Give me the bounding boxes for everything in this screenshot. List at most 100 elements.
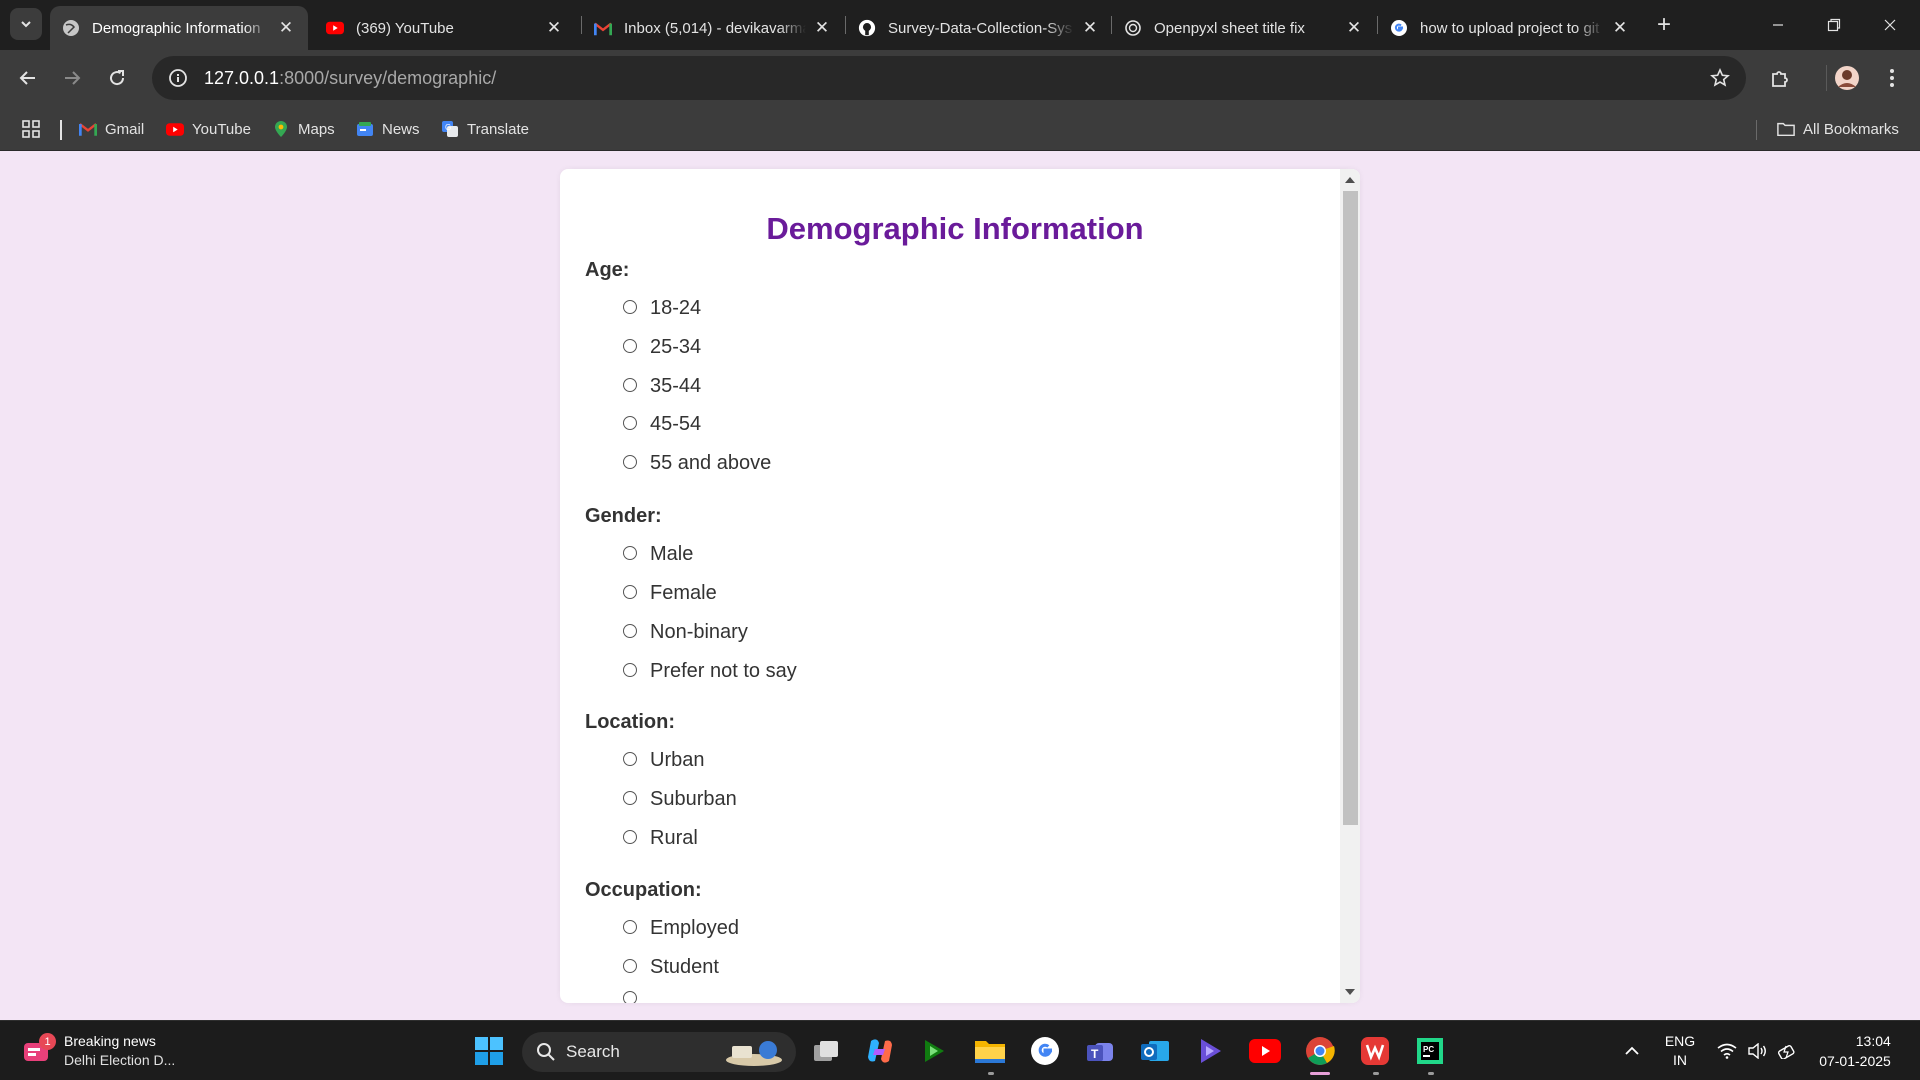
- show-hidden-icons-button[interactable]: [1620, 1021, 1644, 1080]
- copilot-icon[interactable]: [864, 1035, 896, 1067]
- teams-icon[interactable]: T: [1084, 1035, 1116, 1067]
- radio-button[interactable]: [623, 958, 637, 973]
- tab-demographic-information[interactable]: Demographic Information ✕: [50, 6, 308, 50]
- running-indicator: [1428, 1072, 1434, 1075]
- radio-button[interactable]: [623, 790, 637, 805]
- radio-button[interactable]: [623, 623, 637, 638]
- option-age-35-44[interactable]: 35-44: [623, 375, 701, 398]
- option-occupation-employed[interactable]: Employed: [623, 917, 739, 940]
- outlook-icon[interactable]: [1139, 1035, 1171, 1067]
- option-age-55-and-above[interactable]: 55 and above: [623, 452, 771, 475]
- pycharm-icon[interactable]: PC: [1414, 1035, 1446, 1067]
- radio-button[interactable]: [623, 751, 637, 766]
- tab-title: Inbox (5,014) - devikavarma: [624, 19, 806, 37]
- option-label: Prefer not to say: [650, 660, 797, 682]
- close-icon[interactable]: ✕: [1344, 18, 1364, 38]
- option-location-suburban[interactable]: Suburban: [623, 788, 737, 811]
- running-indicator: [988, 1072, 994, 1075]
- bookmark-label: Maps: [298, 120, 335, 138]
- address-bar[interactable]: 127.0.0.1:8000/survey/demographic/: [152, 56, 1746, 100]
- start-button[interactable]: [473, 1035, 505, 1067]
- wps-office-icon[interactable]: [1359, 1035, 1391, 1067]
- close-window-button[interactable]: [1862, 0, 1918, 50]
- bookmark-youtube[interactable]: YouTube: [166, 117, 251, 141]
- chrome-icon[interactable]: [1304, 1035, 1336, 1067]
- option-occupation-cut-off[interactable]: [623, 991, 650, 1003]
- option-gender-male[interactable]: Male: [623, 543, 693, 566]
- youtube-icon[interactable]: [1249, 1035, 1281, 1067]
- bookmark-gmail[interactable]: Gmail: [79, 117, 144, 141]
- profile-avatar[interactable]: [1831, 62, 1863, 94]
- option-gender-prefer-not-to-say[interactable]: Prefer not to say: [623, 660, 797, 683]
- bookmark-translate[interactable]: G Translate: [441, 117, 529, 141]
- input-language-indicator[interactable]: ENG IN: [1660, 1021, 1700, 1080]
- clock-date: 07-01-2025: [1819, 1053, 1891, 1069]
- option-occupation-student[interactable]: Student: [623, 956, 719, 979]
- clock[interactable]: 13:04 07-01-2025: [1812, 1021, 1898, 1080]
- power-automate-icon[interactable]: [1194, 1035, 1226, 1067]
- radio-button[interactable]: [623, 662, 637, 677]
- tab-github[interactable]: Survey-Data-Collection-Sys ✕: [846, 6, 1112, 50]
- survey-form-card: Demographic Information Age: 18-24 25-34…: [560, 169, 1360, 1003]
- option-location-rural[interactable]: Rural: [623, 827, 698, 850]
- reload-icon: [110, 70, 125, 86]
- tab-title: how to upload project to git: [1420, 19, 1600, 37]
- scrollbar-thumb[interactable]: [1343, 191, 1358, 825]
- bookmark-news[interactable]: News: [356, 117, 420, 141]
- option-gender-female[interactable]: Female: [623, 582, 717, 605]
- forward-button[interactable]: [56, 62, 88, 94]
- radio-button[interactable]: [623, 299, 637, 314]
- option-age-45-54[interactable]: 45-54: [623, 413, 701, 436]
- bookmark-star-icon[interactable]: [1708, 66, 1732, 90]
- radio-button[interactable]: [623, 545, 637, 560]
- google-icon[interactable]: [1029, 1035, 1061, 1067]
- taskbar-search-box[interactable]: Search: [522, 1032, 796, 1072]
- radio-button[interactable]: [623, 415, 637, 430]
- radio-button[interactable]: [623, 919, 637, 934]
- option-label: Urban: [650, 749, 705, 771]
- radio-button[interactable]: [623, 584, 637, 599]
- news-widget[interactable]: 1 Breaking news Delhi Election D...: [22, 1029, 202, 1073]
- site-info-icon[interactable]: [166, 66, 190, 90]
- option-location-urban[interactable]: Urban: [623, 749, 704, 772]
- menu-button[interactable]: [1876, 62, 1908, 94]
- radio-button[interactable]: [623, 454, 637, 469]
- close-icon[interactable]: ✕: [1080, 18, 1100, 38]
- close-icon[interactable]: ✕: [276, 18, 296, 38]
- tab-youtube[interactable]: (369) YouTube ✕: [314, 6, 576, 50]
- option-label: Suburban: [650, 788, 737, 810]
- task-view-icon[interactable]: [810, 1035, 842, 1067]
- wifi-icon[interactable]: [1714, 1021, 1740, 1080]
- bookmark-label: News: [382, 120, 420, 138]
- close-icon[interactable]: ✕: [544, 18, 564, 38]
- tab-gmail[interactable]: Inbox (5,014) - devikavarma ✕: [582, 6, 844, 50]
- tab-google-search[interactable]: how to upload project to git ✕: [1378, 6, 1642, 50]
- translate-icon: G: [441, 120, 459, 138]
- radio-button[interactable]: [623, 377, 637, 392]
- scroll-down-arrow-icon[interactable]: [1340, 983, 1360, 1001]
- radio-button[interactable]: [623, 991, 637, 1003]
- close-icon[interactable]: ✕: [812, 18, 832, 38]
- all-bookmarks-button[interactable]: All Bookmarks: [1777, 117, 1899, 141]
- scroll-up-arrow-icon[interactable]: [1340, 171, 1360, 189]
- tab-search-button[interactable]: [10, 8, 42, 40]
- volume-icon[interactable]: [1744, 1021, 1770, 1080]
- reload-button[interactable]: [101, 62, 133, 94]
- restore-button[interactable]: [1806, 0, 1862, 50]
- radio-button[interactable]: [623, 829, 637, 844]
- new-tab-button[interactable]: +: [1650, 11, 1678, 39]
- close-icon[interactable]: ✕: [1610, 18, 1630, 38]
- bookmark-maps[interactable]: Maps: [272, 117, 335, 141]
- game-pass-icon[interactable]: [918, 1035, 950, 1067]
- option-age-18-24[interactable]: 18-24: [623, 297, 701, 320]
- file-explorer-icon[interactable]: [974, 1035, 1006, 1067]
- back-button[interactable]: [12, 62, 44, 94]
- battery-icon[interactable]: [1774, 1021, 1800, 1080]
- option-gender-non-binary[interactable]: Non-binary: [623, 621, 748, 644]
- apps-button[interactable]: [22, 117, 40, 141]
- option-age-25-34[interactable]: 25-34: [623, 336, 701, 359]
- tab-chatgpt[interactable]: Openpyxl sheet title fix ✕: [1112, 6, 1376, 50]
- radio-button[interactable]: [623, 338, 637, 353]
- minimize-button[interactable]: [1750, 0, 1806, 50]
- extensions-button[interactable]: [1764, 62, 1796, 94]
